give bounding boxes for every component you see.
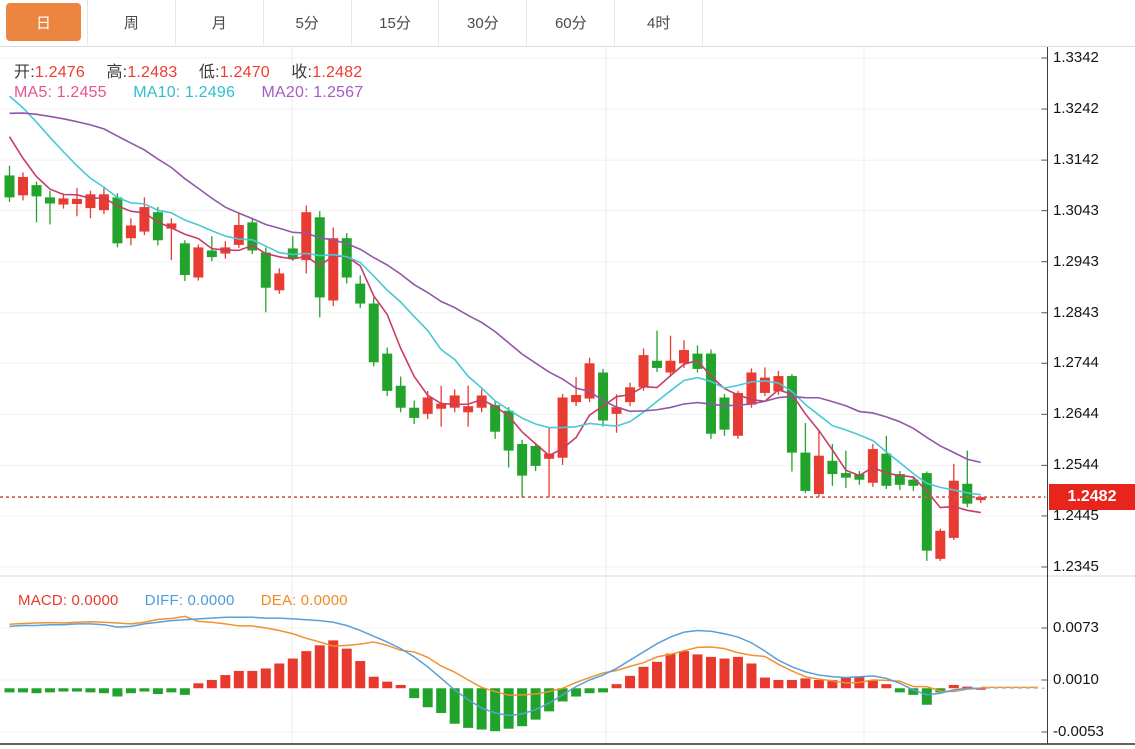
high-label: 高: xyxy=(106,64,127,81)
tab-60min[interactable]: 60分 xyxy=(527,0,615,45)
low-value: 1.2470 xyxy=(220,64,270,81)
tab-5min[interactable]: 5分 xyxy=(264,0,352,45)
ma-lines-layer xyxy=(10,96,981,512)
open-label: 开: xyxy=(14,64,35,81)
diff-value-legend: DIFF: 0.0000 xyxy=(145,592,235,609)
price-tick-label: 1.3043 xyxy=(1053,202,1099,219)
ma-legend: MA5: 1.2455 MA10: 1.2496 MA20: 1.2567 xyxy=(14,84,385,102)
tab-4hour[interactable]: 4时 xyxy=(615,0,703,45)
open-value: 1.2476 xyxy=(35,64,85,81)
macd-tick-label: -0.0053 xyxy=(1053,723,1104,740)
period-tabbar: 日 周 月 5分 15分 30分 60分 4时 xyxy=(0,0,1135,47)
ohlc-legend: 开:1.2476 高:1.2483 低:1.2470 收:1.2482 xyxy=(14,58,379,82)
low-label: 低: xyxy=(199,64,220,81)
tab-week[interactable]: 周 xyxy=(88,0,176,45)
macd-legend: MACD: 0.0000 DIFF: 0.0000 DEA: 0.0000 xyxy=(18,592,370,609)
tab-month[interactable]: 月 xyxy=(176,0,264,45)
gridlines xyxy=(0,47,1048,744)
dea-value-legend: DEA: 0.0000 xyxy=(261,592,348,609)
ma5-legend: MA5: 1.2455 xyxy=(14,84,107,101)
price-tick-label: 1.2644 xyxy=(1053,405,1099,422)
price-tick-label: 1.2544 xyxy=(1053,456,1099,473)
ma10-legend: MA10: 1.2496 xyxy=(133,84,235,101)
tab-day[interactable]: 日 xyxy=(0,0,88,45)
macd-tick-label: 0.0010 xyxy=(1053,671,1099,688)
high-value: 1.2483 xyxy=(127,64,177,81)
price-tick-label: 1.2744 xyxy=(1053,354,1099,371)
tabbar-filler xyxy=(703,0,1135,45)
price-tick-label: 1.3342 xyxy=(1053,49,1099,66)
chart-canvas[interactable] xyxy=(0,0,1135,749)
tab-30min[interactable]: 30分 xyxy=(439,0,527,45)
price-tick-label: 1.3242 xyxy=(1053,100,1099,117)
macd-layer xyxy=(5,616,1046,731)
ma5-line xyxy=(10,137,981,513)
price-tick-label: 1.2943 xyxy=(1053,253,1099,270)
macd-tick-label: 0.0073 xyxy=(1053,619,1099,636)
close-value: 1.2482 xyxy=(312,64,362,81)
macd-value-legend: MACD: 0.0000 xyxy=(18,592,119,609)
close-label: 收: xyxy=(291,64,312,81)
trading-chart-app: 日 周 月 5分 15分 30分 60分 4时 开:1.2476 高:1.248… xyxy=(0,0,1135,749)
price-tick-label: 1.2843 xyxy=(1053,304,1099,321)
tab-15min[interactable]: 15分 xyxy=(352,0,440,45)
last-price-badge: 1.2482 xyxy=(1049,484,1135,510)
ma20-legend: MA20: 1.2567 xyxy=(262,84,364,101)
price-tick-label: 1.3142 xyxy=(1053,151,1099,168)
price-tick-label: 1.2345 xyxy=(1053,558,1099,575)
